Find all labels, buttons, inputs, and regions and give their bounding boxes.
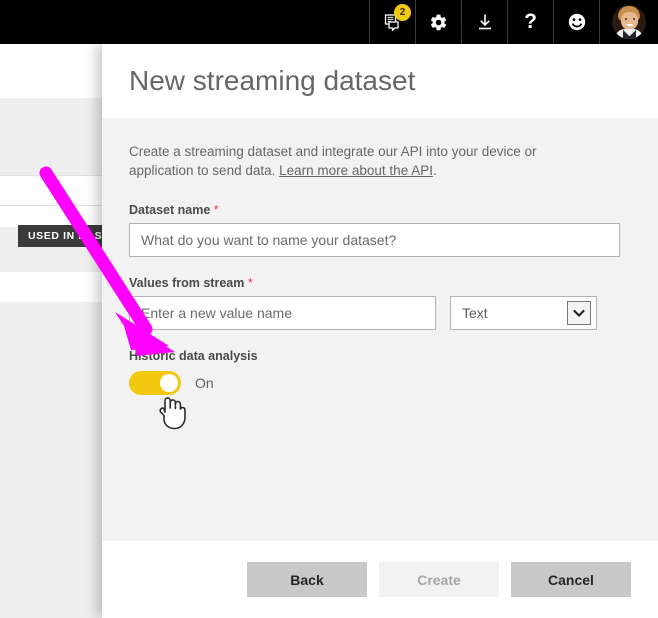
dialog-body: Create a streaming dataset and integrate… [102,118,658,541]
avatar-face [621,12,638,30]
value-name-input[interactable] [129,296,436,330]
values-from-stream-label-text: Values from stream [129,276,245,290]
back-button[interactable]: Back [247,562,367,597]
values-from-stream-label: Values from stream * [129,276,631,290]
dialog-footer: Back Create Cancel [102,541,658,618]
dataset-name-label: Dataset name * [129,203,631,217]
dataset-name-field-group: Dataset name * [129,203,631,257]
top-navigation-bar: 2 ? [0,0,658,44]
user-account-button[interactable] [599,0,658,44]
description-text-after: . [432,163,437,178]
chevron-down-icon[interactable] [567,301,591,325]
settings-button[interactable] [415,0,461,44]
value-row: Text [129,296,631,330]
help-icon: ? [524,10,537,33]
create-button[interactable]: Create [379,562,499,597]
value-type-select[interactable]: Text [450,296,597,330]
page-title: New streaming dataset [129,65,416,96]
dataset-name-label-text: Dataset name [129,203,211,217]
avatar [612,5,646,39]
cancel-button[interactable]: Cancel [511,562,631,597]
historic-data-field-group: Historic data analysis On [129,349,631,395]
download-button[interactable] [461,0,507,44]
avatar-eye-right [633,18,635,20]
learn-more-link[interactable]: Learn more about the API [279,163,433,178]
toggle-row: On [129,371,631,395]
settings-gear-icon [429,13,448,32]
feedback-smiley-icon [567,12,587,32]
dialog-header: New streaming dataset [102,44,658,118]
dataset-name-input[interactable] [129,223,620,257]
download-icon [475,12,495,32]
notifications-button[interactable]: 2 [369,0,415,44]
historic-data-toggle[interactable] [129,371,181,395]
values-from-stream-field-group: Values from stream * Text [129,276,631,330]
help-button[interactable]: ? [507,0,553,44]
avatar-eye-left [625,18,627,20]
value-type-selected: Text [462,305,488,321]
dialog-description: Create a streaming dataset and integrate… [129,142,559,180]
notifications-badge-count: 2 [394,4,411,21]
toggle-knob [160,374,178,392]
historic-data-label: Historic data analysis [129,349,258,363]
required-marker: * [247,276,253,290]
historic-data-toggle-state: On [195,375,214,391]
required-marker: * [213,203,219,217]
new-streaming-dataset-dialog: New streaming dataset Create a streaming… [102,44,658,618]
feedback-button[interactable] [553,0,599,44]
